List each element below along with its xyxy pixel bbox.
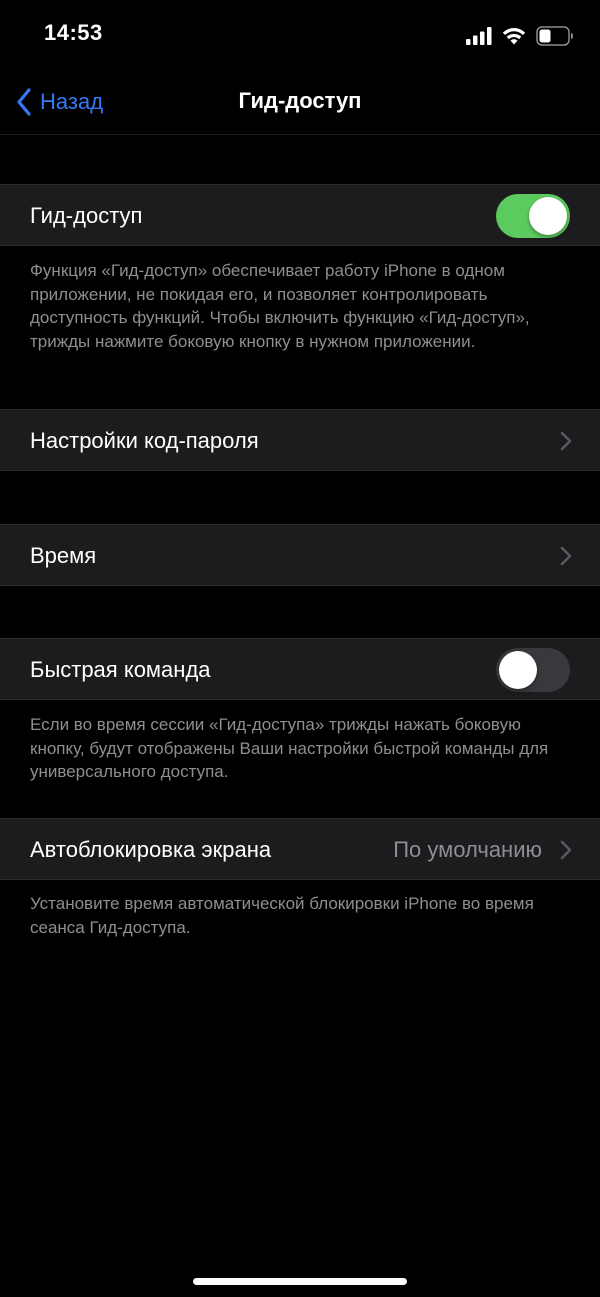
accessibility-shortcut-label: Быстрая команда bbox=[30, 657, 211, 682]
guided-access-label: Гид-доступ bbox=[30, 203, 143, 228]
status-icons bbox=[466, 24, 574, 48]
auto-lock-row[interactable]: Автоблокировка экрана По умолчанию bbox=[0, 818, 600, 880]
auto-lock-label: Автоблокировка экрана bbox=[30, 837, 272, 862]
chevron-right-icon bbox=[560, 546, 572, 566]
navigation-bar: Назад Гид-доступ bbox=[0, 68, 600, 135]
wifi-icon bbox=[502, 28, 526, 45]
status-time: 14:53 bbox=[44, 20, 103, 45]
guided-access-row: Гид-доступ bbox=[0, 184, 600, 246]
accessibility-shortcut-toggle[interactable] bbox=[496, 648, 570, 692]
auto-lock-footer: Установите время автоматической блокиров… bbox=[30, 894, 534, 937]
page-title: Гид-доступ bbox=[238, 88, 362, 113]
cellular-signal-icon bbox=[466, 27, 492, 45]
passcode-settings-label: Настройки код-пароля bbox=[30, 428, 259, 453]
accessibility-shortcut-row: Быстрая команда bbox=[0, 638, 600, 700]
toggle-knob bbox=[499, 651, 537, 689]
guided-access-toggle[interactable] bbox=[496, 194, 570, 238]
passcode-settings-row[interactable]: Настройки код-пароля bbox=[0, 409, 600, 471]
chevron-right-icon bbox=[560, 840, 572, 860]
guided-access-footer: Функция «Гид-доступ» обеспечивает работу… bbox=[30, 261, 530, 351]
chevron-right-icon bbox=[560, 431, 572, 451]
toggle-knob bbox=[529, 197, 567, 235]
accessibility-shortcut-footer: Если во время сессии «Гид-доступа» трижд… bbox=[30, 715, 549, 781]
time-limits-label: Время bbox=[30, 543, 97, 568]
battery-icon bbox=[536, 26, 573, 46]
time-limits-row[interactable]: Время bbox=[0, 524, 600, 586]
home-indicator[interactable] bbox=[193, 1278, 407, 1285]
auto-lock-value: По умолчанию bbox=[393, 837, 542, 862]
